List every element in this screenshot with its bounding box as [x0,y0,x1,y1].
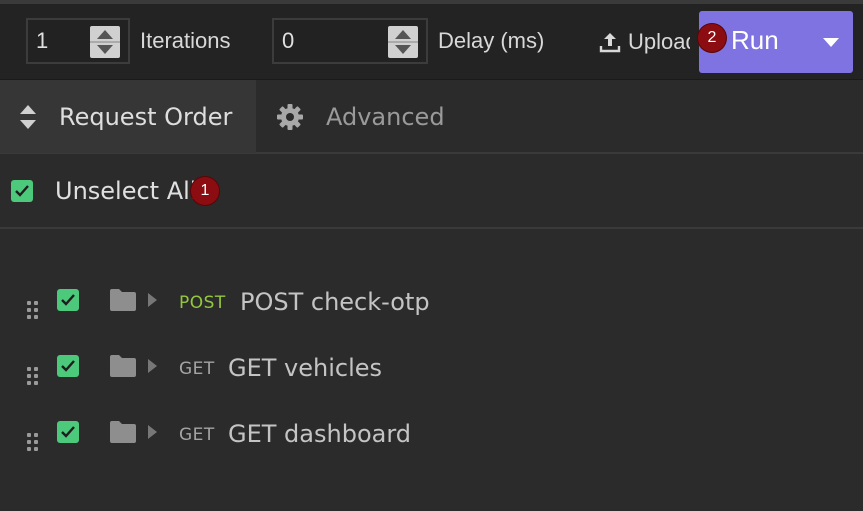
tab-request-order-label: Request Order [59,102,233,131]
drag-handle-icon[interactable] [27,433,41,453]
drag-handle-icon[interactable] [27,367,41,387]
expand-caret-icon[interactable] [148,293,157,307]
stepper-up-icon[interactable] [395,30,411,39]
check-icon [61,426,75,438]
iterations-input[interactable] [28,28,88,54]
runner-toolbar: Iterations Delay (ms) Upload Run [0,0,863,80]
check-icon [61,360,75,372]
delay-input-wrapper [272,18,428,64]
gear-icon [277,103,303,130]
upload-icon [599,33,621,53]
run-dropdown-chevron-down-icon[interactable] [823,38,839,47]
select-all-label[interactable]: Unselect All [55,177,196,205]
folder-icon [110,421,136,443]
stepper-divider [90,41,120,43]
annotation-badge-2: 2 [698,24,726,52]
request-row: GET GET vehicles [0,354,863,420]
toolbar-top-border [0,0,863,4]
upload-label: Upload [628,29,690,54]
request-name: GET vehicles [228,354,383,382]
drag-handle-icon[interactable] [27,301,41,321]
request-name: POST check-otp [240,288,430,316]
check-icon [61,294,75,306]
check-icon [15,185,29,197]
method-badge: POST [179,293,226,313]
tab-request-order[interactable]: Request Order [0,80,256,153]
request-checkbox[interactable] [57,421,79,443]
sort-icon [20,104,36,129]
select-all-row: Unselect All [0,155,863,229]
iterations-label: Iterations [140,28,231,53]
annotation-badge-1: 1 [191,177,219,205]
folder-icon [110,355,136,377]
upload-button[interactable]: Upload [598,26,690,58]
delay-stepper[interactable] [388,26,418,58]
iterations-stepper[interactable] [90,26,120,58]
tab-advanced-label: Advanced [326,102,445,131]
expand-caret-icon[interactable] [148,359,157,373]
method-badge: GET [179,359,215,379]
run-label: Run [731,25,779,55]
stepper-divider [388,41,418,43]
method-badge: GET [179,425,215,445]
folder-icon [110,289,136,311]
delay-label: Delay (ms) [438,28,545,53]
request-name: GET dashboard [228,420,412,448]
tab-advanced[interactable]: Advanced [256,80,506,153]
delay-input[interactable] [274,28,374,54]
expand-caret-icon[interactable] [148,425,157,439]
stepper-down-icon[interactable] [395,45,411,54]
runner-tabs: Request Order Advanced [0,80,863,154]
request-row: POST POST check-otp [0,288,863,354]
stepper-up-icon[interactable] [97,30,113,39]
stepper-down-icon[interactable] [97,45,113,54]
select-all-checkbox[interactable] [11,180,33,202]
iterations-input-wrapper [26,18,130,64]
request-row: GET GET dashboard [0,420,863,486]
request-checkbox[interactable] [57,355,79,377]
request-checkbox[interactable] [57,289,79,311]
